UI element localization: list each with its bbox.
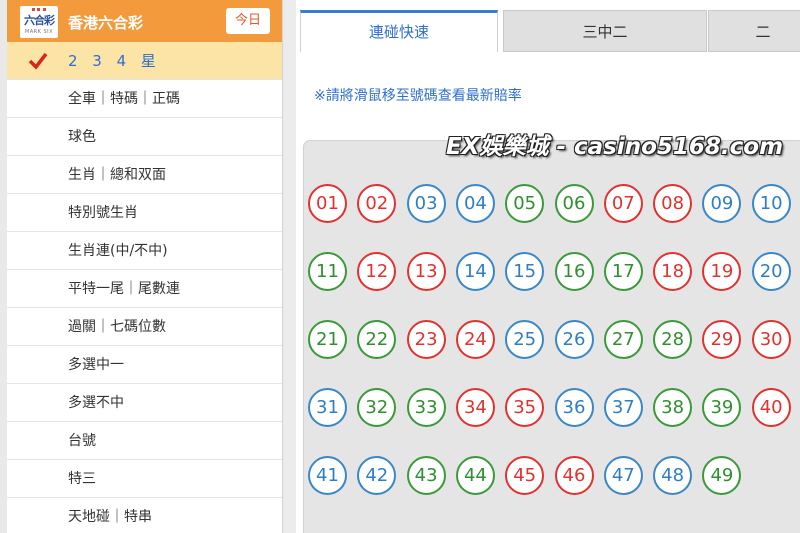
number-ball[interactable]: 42 [357,456,397,495]
sidebar-item[interactable]: 天地碰｜特串 [7,498,282,533]
sidebar-item[interactable]: 特三 [7,460,282,498]
sidebar-item-label: 過關｜七碼位數 [68,319,166,335]
logo-subtext: MARK SIX [24,29,54,35]
odds-notice: ※請將滑鼠移至號碼查看最新賠率 [314,88,522,104]
sidebar-item-label: 特別號生肖 [68,205,138,221]
number-ball[interactable]: 37 [603,388,643,427]
number-ball[interactable]: 14 [455,252,495,291]
tab-bar: 連碰快速 三中二 二 [296,0,800,52]
number-ball[interactable]: 39 [702,388,742,427]
sidebar-item[interactable]: 多選不中 [7,384,282,422]
sidebar-item-label: 天地碰｜特串 [68,509,152,525]
page: 六合彩 MARK SIX 香港六合彩 今日 2 3 4 星全車｜特碼｜正碼 球色生… [0,0,800,533]
sidebar-item-label: 生肖｜總和双面 [68,167,166,183]
number-ball[interactable]: 01 [308,184,347,223]
number-ball[interactable]: 11 [308,252,347,291]
sidebar-item[interactable]: 過關｜七碼位數 [7,308,282,346]
number-ball[interactable]: 22 [357,320,397,359]
number-ball[interactable]: 15 [505,252,545,291]
number-ball[interactable]: 13 [406,252,446,291]
sidebar-item-label: 多選中一 [68,357,124,373]
number-ball[interactable]: 20 [751,252,791,291]
number-ball[interactable]: 17 [603,252,643,291]
sidebar-item[interactable]: 生肖連(中/不中) [7,232,282,270]
number-ball[interactable]: 25 [505,320,545,359]
number-ball[interactable]: 23 [406,320,446,359]
number-ball[interactable]: 02 [357,184,397,223]
sidebar-item[interactable]: 平特一尾｜尾數連 [7,270,282,308]
tab-quick-combo[interactable]: 連碰快速 [300,10,498,52]
number-ball[interactable]: 18 [653,252,693,291]
number-ball[interactable]: 06 [554,184,594,223]
number-ball[interactable]: 05 [505,184,545,223]
tab-three-hit-two[interactable]: 三中二 [503,10,707,52]
checkmark-icon [28,52,48,70]
sidebar-menu: 2 3 4 星全車｜特碼｜正碼 球色生肖｜總和双面 特別號生肖生肖連(中/不中) 平特… [7,42,282,533]
sidebar-item-label: 平特一尾｜尾數連 [68,281,180,297]
number-ball[interactable]: 12 [357,252,397,291]
number-ball[interactable]: 03 [406,184,446,223]
divider [284,0,296,533]
sidebar-item-label: 特三 [68,471,96,487]
number-ball[interactable]: 31 [308,388,347,427]
number-ball[interactable]: 45 [505,456,545,495]
number-ball[interactable]: 49 [702,456,742,495]
number-ball[interactable]: 19 [702,252,742,291]
lottery-title: 香港六合彩 [68,14,144,32]
sidebar-header: 六合彩 MARK SIX 香港六合彩 今日 [7,0,282,42]
number-ball[interactable]: 09 [702,184,742,223]
tab-two[interactable]: 二 [708,10,800,52]
sidebar: 六合彩 MARK SIX 香港六合彩 今日 2 3 4 星全車｜特碼｜正碼 球色生… [7,0,283,533]
number-ball[interactable]: 44 [455,456,495,495]
number-ball[interactable]: 38 [653,388,693,427]
number-ball[interactable]: 34 [455,388,495,427]
number-ball[interactable]: 36 [554,388,594,427]
sidebar-item-label: 多選不中 [68,395,124,411]
watermark: EX娛樂城 - casino5168.com [446,134,784,160]
number-ball[interactable]: 28 [653,320,693,359]
number-ball[interactable]: 21 [308,320,347,359]
number-ball[interactable]: 32 [357,388,397,427]
number-ball[interactable]: 30 [751,320,791,359]
logo-dots-icon [32,8,46,11]
number-ball[interactable]: 40 [751,388,791,427]
number-ball[interactable]: 10 [751,184,791,223]
number-ball[interactable]: 48 [653,456,693,495]
number-ball[interactable]: 47 [603,456,643,495]
number-panel: 01 02 03 04 05 06 07 08 09 10 11 12 13 14 15 16 17 18 19 20… [303,140,800,533]
sidebar-item[interactable]: 生肖｜總和双面 [7,156,282,194]
sidebar-item-label: 球色 [68,129,96,145]
number-ball[interactable]: 24 [455,320,495,359]
number-ball[interactable]: 29 [702,320,742,359]
sidebar-item-label: 2 3 4 星 [68,52,161,70]
sidebar-item[interactable]: 特別號生肖 [7,194,282,232]
sidebar-item[interactable]: 多選中一 [7,346,282,384]
sidebar-item-label: 台號 [68,433,96,449]
sidebar-item-label: 生肖連(中/不中) [68,243,168,259]
number-ball[interactable]: 04 [455,184,495,223]
main-content: 連碰快速 三中二 二 ※請將滑鼠移至號碼查看最新賠率 01 02 03 04 05 06 0… [296,0,800,533]
number-ball[interactable]: 35 [505,388,545,427]
number-ball[interactable]: 08 [653,184,693,223]
number-ball[interactable]: 33 [406,388,446,427]
sidebar-item[interactable]: 全車｜特碼｜正碼 [7,80,282,118]
sidebar-item[interactable]: 2 3 4 星 [7,42,282,80]
number-ball[interactable]: 16 [554,252,594,291]
number-ball[interactable]: 07 [603,184,643,223]
number-ball[interactable]: 41 [308,456,347,495]
number-ball[interactable]: 27 [603,320,643,359]
logo-text: 六合彩 [24,14,55,27]
sidebar-item[interactable]: 球色 [7,118,282,156]
sidebar-item[interactable]: 台號 [7,422,282,460]
number-ball[interactable]: 26 [554,320,594,359]
sidebar-item-label: 全車｜特碼｜正碼 [68,91,180,107]
mark-six-logo: 六合彩 MARK SIX [20,6,58,38]
today-button[interactable]: 今日 [226,8,270,34]
number-ball[interactable]: 43 [406,456,446,495]
number-ball[interactable]: 46 [554,456,594,495]
